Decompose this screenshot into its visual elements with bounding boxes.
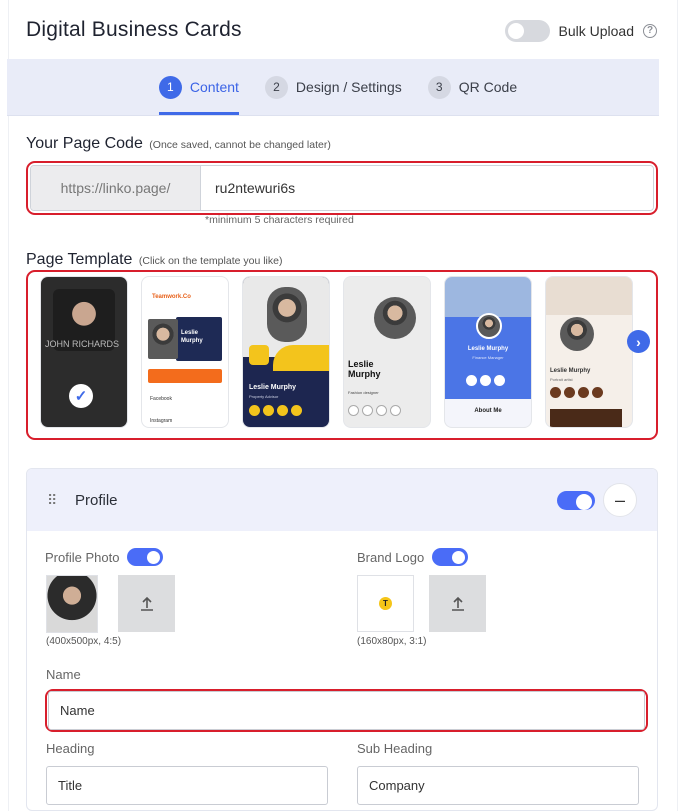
template-photo bbox=[476, 313, 502, 339]
template-card-4[interactable]: Leslie Murphy Fashion designer bbox=[344, 277, 430, 427]
template-icons bbox=[348, 405, 401, 416]
collapse-button[interactable]: – bbox=[603, 483, 637, 517]
template-heading: Page Template (Click on the template you… bbox=[26, 251, 282, 269]
step-number: 3 bbox=[427, 75, 451, 99]
profile-photo-toggle[interactable] bbox=[127, 548, 164, 566]
template-card-5[interactable]: Leslie Murphy Finance Manager About Me bbox=[445, 277, 531, 427]
brand-logo-label: Brand Logo bbox=[357, 549, 425, 565]
template-card-1[interactable]: JOHN RICHARDS ✓ bbox=[41, 277, 127, 427]
template-extra: About Me bbox=[474, 408, 502, 414]
profile-photo-size: (400x500px, 4:5) bbox=[46, 636, 122, 647]
upload-icon bbox=[140, 596, 153, 611]
help-icon[interactable]: ? bbox=[643, 24, 657, 38]
template-photo-bg bbox=[546, 277, 632, 315]
template-accent bbox=[273, 345, 329, 371]
template-subtitle: Fashion designer bbox=[348, 390, 379, 395]
step-label: Content bbox=[189, 79, 239, 95]
template-card-2[interactable]: Teamwork.Co Leslie Murphy Facebook Insta… bbox=[142, 277, 228, 427]
template-label: Page Template bbox=[26, 251, 133, 268]
subheading-label-text: Sub Heading bbox=[357, 741, 433, 756]
template-photo-bg bbox=[445, 277, 531, 317]
brand-logo-upload-button[interactable] bbox=[429, 575, 486, 632]
template-action-bar bbox=[148, 369, 222, 383]
template-extra: Facebook bbox=[150, 396, 172, 402]
template-icons bbox=[466, 375, 505, 386]
page-code-input[interactable] bbox=[201, 166, 653, 210]
tab-qr-code[interactable]: 3 QR Code bbox=[427, 59, 518, 115]
page-code-heading: Your Page Code (Once saved, cannot be ch… bbox=[26, 135, 331, 153]
template-carousel: JOHN RICHARDS ✓ Teamwork.Co Leslie Murph… bbox=[26, 270, 658, 440]
page-title: Digital Business Cards bbox=[26, 18, 242, 41]
template-name: Leslie Murphy bbox=[550, 368, 591, 374]
profile-photo-upload-button[interactable] bbox=[118, 575, 175, 632]
template-name: Leslie Murphy bbox=[467, 346, 509, 352]
step-label: Design / Settings bbox=[295, 79, 402, 95]
bulk-upload-toggle[interactable] bbox=[504, 20, 550, 42]
template-name: JOHN RICHARDS bbox=[45, 339, 120, 349]
template-card-3[interactable]: Leslie Murphy Property Advisor bbox=[243, 277, 329, 427]
house-icon bbox=[249, 345, 269, 365]
drag-handle-icon[interactable]: ⠿ bbox=[47, 492, 75, 509]
heading-label-text: Heading bbox=[46, 741, 95, 756]
page-code-field: https://linko.page/ bbox=[26, 161, 658, 215]
page-code-note: (Once saved, cannot be changed later) bbox=[149, 139, 331, 151]
template-subtitle: Finance Manager bbox=[472, 355, 504, 360]
brand-logo-icon: T bbox=[379, 597, 392, 610]
page-code-input-group: https://linko.page/ bbox=[30, 165, 654, 211]
selected-check-icon: ✓ bbox=[69, 384, 93, 408]
template-name: Leslie Murphy bbox=[181, 330, 203, 344]
name-input[interactable] bbox=[48, 691, 645, 730]
template-name: Leslie Murphy bbox=[348, 359, 381, 379]
template-icons bbox=[249, 405, 302, 416]
template-extra2: Instagram bbox=[150, 418, 173, 424]
profile-photo-label-row: Profile Photo bbox=[45, 548, 164, 566]
name-label-text: Name bbox=[46, 667, 81, 682]
subheading-input[interactable] bbox=[357, 766, 639, 805]
heading-input[interactable] bbox=[46, 766, 328, 805]
page-code-hint: *minimum 5 characters required bbox=[205, 214, 354, 226]
page-code-label: Your Page Code bbox=[26, 135, 143, 152]
template-subtitle: Property Advisor bbox=[249, 394, 279, 399]
template-icons bbox=[550, 387, 603, 398]
brand-logo-thumbnail: T bbox=[357, 575, 414, 632]
profile-panel-header: ⠿ Profile – bbox=[27, 469, 657, 531]
profile-photo-label: Profile Photo bbox=[45, 549, 120, 565]
step-number: 1 bbox=[158, 75, 182, 99]
template-note: (Click on the template you like) bbox=[138, 255, 283, 267]
template-photo bbox=[267, 287, 307, 342]
profile-photo-thumbnail bbox=[46, 575, 98, 633]
template-card-6[interactable]: Leslie Murphy Portrait artist bbox=[546, 277, 632, 427]
name-label: Name bbox=[46, 667, 81, 682]
step-label: QR Code bbox=[458, 79, 518, 95]
bulk-upload-label: Bulk Upload bbox=[558, 23, 635, 39]
bulk-upload-control: Bulk Upload ? bbox=[504, 20, 657, 42]
tab-content[interactable]: 1 Content bbox=[158, 59, 239, 115]
profile-title: Profile bbox=[75, 491, 118, 509]
upload-icon bbox=[451, 596, 464, 611]
template-brand: Teamwork.Co bbox=[152, 294, 191, 300]
subheading-label: Sub Heading bbox=[357, 741, 432, 756]
template-subtitle: Portrait artist bbox=[550, 377, 573, 382]
template-banner bbox=[550, 409, 622, 427]
template-photo bbox=[560, 317, 594, 351]
page-container: Digital Business Cards Bulk Upload ? 1 C… bbox=[7, 0, 678, 811]
brand-logo-size: (160x80px, 3:1) bbox=[357, 636, 427, 647]
template-name: Leslie Murphy bbox=[249, 384, 297, 391]
brand-logo-toggle[interactable] bbox=[432, 548, 469, 566]
steps-bar: 1 Content 2 Design / Settings 3 QR Code bbox=[7, 59, 659, 116]
url-prefix: https://linko.page/ bbox=[31, 166, 201, 210]
carousel-next-button[interactable]: › bbox=[627, 330, 650, 353]
heading-label: Heading bbox=[46, 741, 94, 756]
step-number: 2 bbox=[264, 75, 288, 99]
brand-logo-label-row: Brand Logo bbox=[357, 548, 469, 566]
template-photo bbox=[148, 319, 178, 359]
profile-toggle[interactable] bbox=[557, 490, 595, 510]
template-photo bbox=[374, 297, 416, 339]
tab-design-settings[interactable]: 2 Design / Settings bbox=[264, 59, 402, 115]
